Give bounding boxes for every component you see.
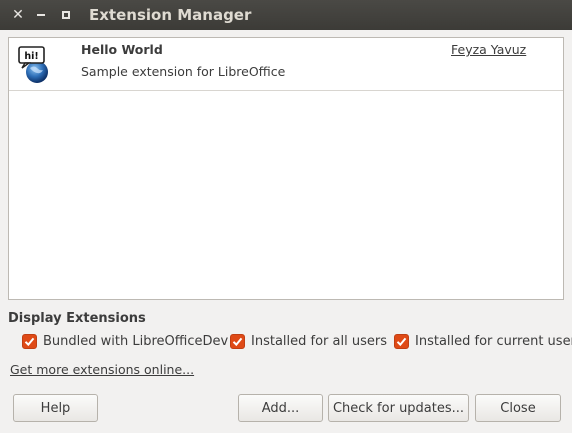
window-title: Extension Manager	[89, 6, 252, 24]
extension-manager-window: ✕ Extension Manager hi! Hello World Samp…	[0, 0, 572, 433]
get-more-extensions-link[interactable]: Get more extensions online...	[10, 362, 194, 377]
add-button[interactable]: Add...	[238, 394, 323, 422]
all-users-checkbox[interactable]: Installed for all users	[230, 332, 387, 350]
extension-description: Sample extension for LibreOffice	[81, 64, 286, 79]
help-button[interactable]: Help	[13, 394, 98, 422]
extension-name: Hello World	[81, 42, 163, 57]
checkbox-checked-icon[interactable]	[22, 333, 37, 349]
title-bar: ✕ Extension Manager	[0, 0, 572, 30]
extension-list[interactable]: hi! Hello World Sample extension for Lib…	[8, 37, 564, 300]
checkbox-checked-icon[interactable]	[394, 333, 409, 349]
display-extensions-label: Display Extensions	[8, 311, 146, 326]
current-user-checkbox-label: Installed for current user	[415, 333, 572, 349]
close-window-icon[interactable]: ✕	[10, 7, 26, 23]
bundled-checkbox-label: Bundled with LibreOfficeDev	[43, 333, 229, 349]
check-for-updates-button[interactable]: Check for updates...	[328, 394, 469, 422]
bundled-checkbox[interactable]: Bundled with LibreOfficeDev	[22, 332, 228, 350]
all-users-checkbox-label: Installed for all users	[251, 333, 387, 349]
maximize-window-icon[interactable]	[58, 7, 74, 23]
icon-text: hi!	[24, 51, 38, 62]
extension-author-link[interactable]: Feyza Yavuz	[451, 42, 526, 57]
current-user-checkbox[interactable]: Installed for current user	[394, 332, 572, 350]
minimize-window-icon[interactable]	[33, 7, 49, 23]
checkbox-checked-icon[interactable]	[230, 333, 245, 349]
extension-row[interactable]: hi! Hello World Sample extension for Lib…	[9, 38, 563, 91]
hi-globe-icon: hi!	[18, 46, 48, 83]
close-button[interactable]: Close	[475, 394, 561, 422]
